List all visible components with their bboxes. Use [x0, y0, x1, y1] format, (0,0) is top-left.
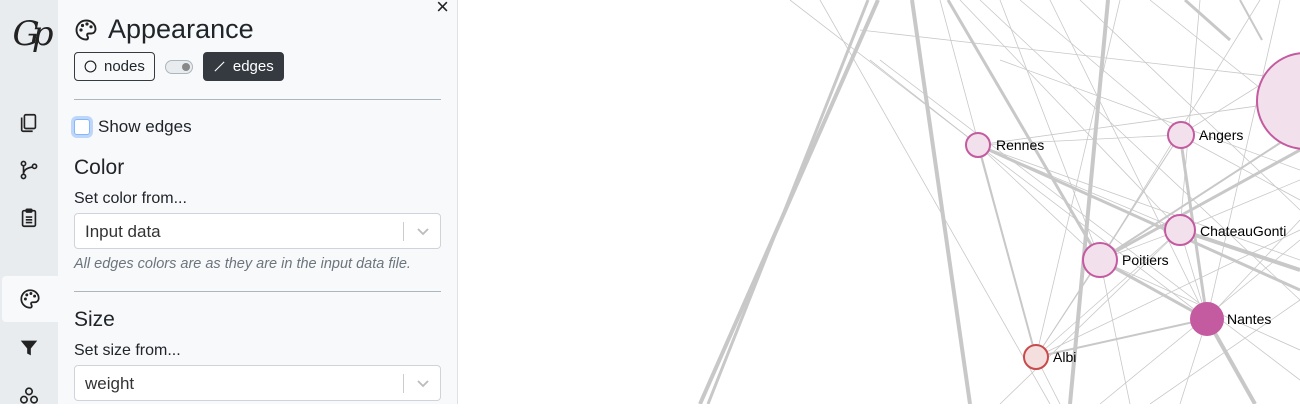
- show-edges-row: Show edges: [74, 117, 192, 137]
- color-source-select[interactable]: Input data: [74, 213, 441, 249]
- graph-node[interactable]: [1256, 52, 1300, 150]
- node-label-chateaugonti: ChateauGonti: [1200, 223, 1286, 239]
- edge-line-icon: [214, 61, 225, 72]
- palette-icon[interactable]: [2, 276, 58, 322]
- node-label-nantes: Nantes: [1227, 311, 1271, 327]
- divider: [74, 99, 441, 100]
- graph-node-poitiers[interactable]: [1082, 242, 1118, 278]
- clipboard-icon[interactable]: [0, 195, 58, 241]
- node-label-albi: Albi: [1053, 349, 1076, 365]
- chevron-down-icon: [417, 380, 429, 388]
- chevron-down-icon: [417, 228, 429, 236]
- color-section-title: Color: [74, 156, 125, 179]
- palette-icon: [75, 19, 97, 40]
- file-icon[interactable]: [0, 100, 58, 146]
- select-separator: [403, 222, 404, 241]
- graph-node-albi[interactable]: [1023, 344, 1049, 370]
- appearance-panel: × Appearance nodes edges Show edges Colo…: [58, 0, 458, 404]
- nodes-edges-switch[interactable]: [164, 59, 193, 74]
- gephi-logo[interactable]: Gp: [4, 12, 54, 56]
- divider: [74, 291, 441, 292]
- panel-header: Appearance: [74, 14, 254, 45]
- filter-icon[interactable]: [0, 325, 58, 371]
- node-label-rennes: Rennes: [996, 137, 1044, 153]
- size-section-title: Size: [74, 308, 115, 331]
- icon-sidebar: Gp: [0, 0, 59, 404]
- community-icon[interactable]: [0, 373, 58, 419]
- node-label-poitiers: Poitiers: [1122, 252, 1169, 268]
- graph-edges: [698, 0, 1300, 404]
- color-source-label: Set color from...: [74, 190, 187, 207]
- show-edges-checkbox[interactable]: [74, 119, 90, 135]
- edges-button-label: edges: [232, 58, 274, 75]
- show-edges-label[interactable]: Show edges: [98, 117, 192, 137]
- circle-icon: [84, 60, 97, 73]
- select-separator: [403, 374, 404, 393]
- size-source-select[interactable]: weight: [74, 365, 441, 401]
- color-source-value: Input data: [85, 222, 161, 241]
- nodes-edges-toggle: nodes edges: [74, 52, 284, 81]
- edges-button[interactable]: edges: [202, 52, 284, 81]
- graph-node-nantes[interactable]: [1190, 302, 1224, 336]
- size-source-label: Set size from...: [74, 342, 181, 359]
- page-title: Appearance: [108, 14, 254, 44]
- color-hint: All edges colors are as they are in the …: [74, 256, 411, 272]
- graph-node-rennes[interactable]: [965, 132, 991, 158]
- graph-icon[interactable]: [0, 147, 58, 193]
- close-button[interactable]: ×: [436, 0, 449, 18]
- graph-canvas[interactable]: Rennes Angers ChateauGonti Poitiers Nant…: [458, 0, 1300, 404]
- node-label-angers: Angers: [1199, 127, 1243, 143]
- graph-node-chateaugonti[interactable]: [1164, 214, 1196, 246]
- graph-node-angers[interactable]: [1167, 121, 1195, 149]
- nodes-button-label: nodes: [104, 58, 145, 75]
- size-source-value: weight: [85, 374, 135, 393]
- nodes-button[interactable]: nodes: [74, 52, 155, 81]
